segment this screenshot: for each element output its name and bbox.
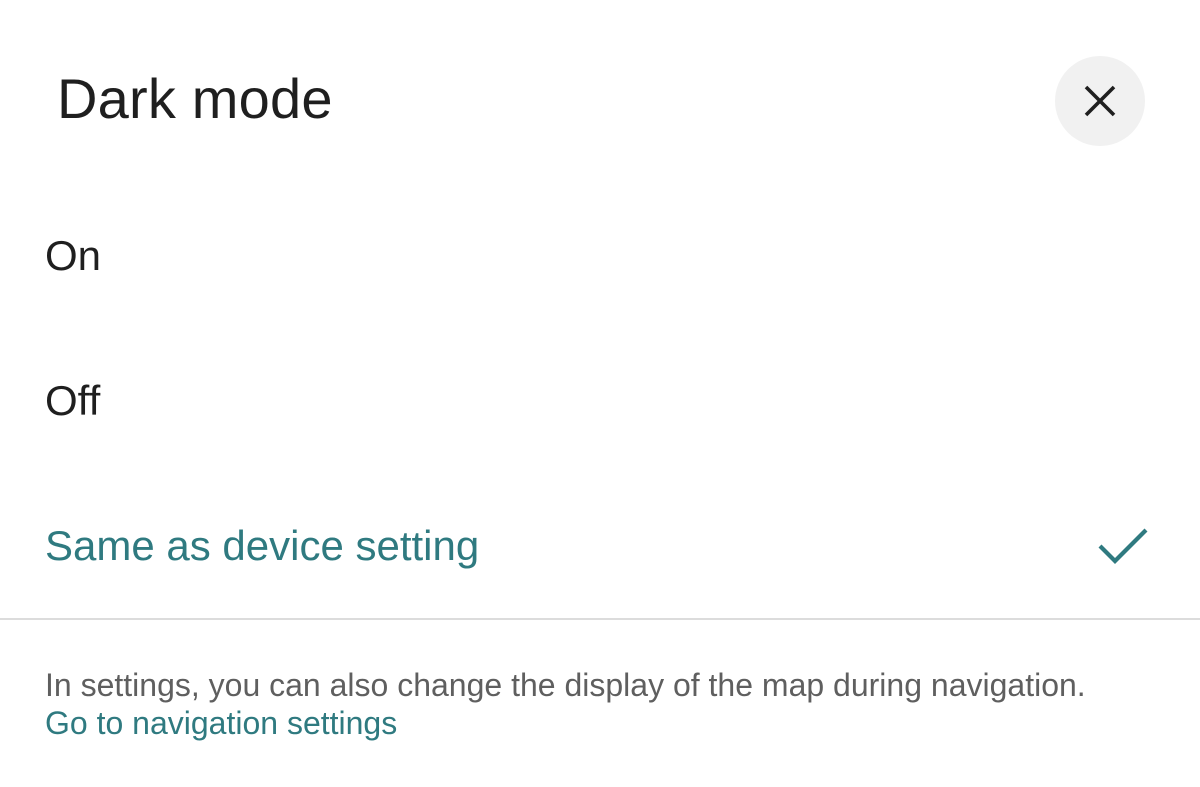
option-off[interactable]: Off — [0, 328, 1200, 473]
option-same-as-device[interactable]: Same as device setting — [0, 473, 1200, 618]
divider — [0, 618, 1200, 620]
dark-mode-sheet: Dark mode On Off Same as device setting — [0, 0, 1200, 787]
close-button[interactable] — [1055, 56, 1145, 146]
option-label-off: Off — [45, 376, 101, 424]
checkmark-icon — [1097, 526, 1149, 566]
option-label-same-as-device: Same as device setting — [45, 521, 480, 569]
sheet-header: Dark mode — [0, 0, 1200, 200]
dark-mode-options: On Off Same as device setting — [0, 183, 1200, 618]
footer-note: In settings, you can also change the dis… — [45, 666, 1105, 742]
sheet-title: Dark mode — [57, 67, 333, 130]
close-icon — [1083, 84, 1117, 118]
option-on[interactable]: On — [0, 183, 1200, 328]
footer-text: In settings, you can also change the dis… — [45, 667, 1086, 703]
option-label-on: On — [45, 231, 102, 279]
navigation-settings-link[interactable]: Go to navigation settings — [45, 705, 397, 741]
